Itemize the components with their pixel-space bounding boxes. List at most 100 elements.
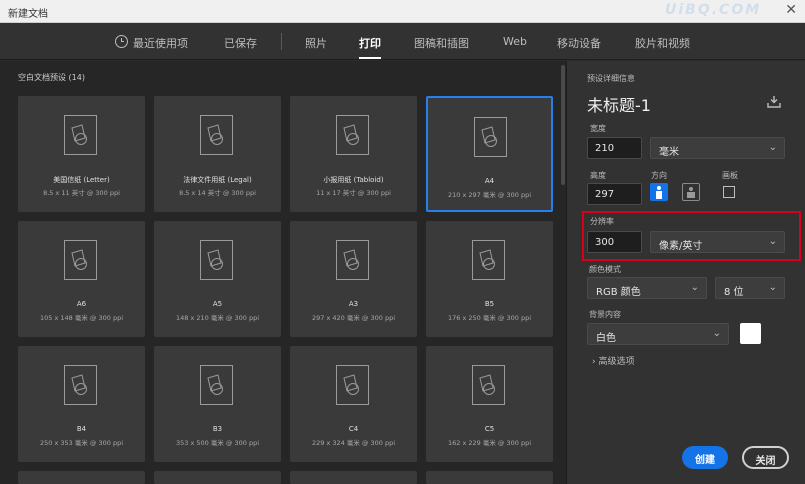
- document-icon: [64, 240, 97, 280]
- preset-spec: 297 x 420 毫米 @ 300 ppi: [311, 314, 396, 322]
- width-unit-value: 毫米: [659, 147, 679, 158]
- preset-card-partial[interactable]: [18, 471, 145, 484]
- resolution-unit-value: 像素/英寸: [659, 241, 703, 252]
- document-icon: [474, 117, 507, 157]
- height-field[interactable]: 297: [587, 183, 642, 205]
- chevron-down-icon: ⌄: [768, 236, 777, 247]
- shape-glyph: [479, 374, 495, 395]
- preset-name: B5: [484, 300, 495, 308]
- document-name[interactable]: 未标题-1: [587, 92, 651, 116]
- preset-card-partial[interactable]: [290, 471, 417, 484]
- width-field[interactable]: 210: [587, 137, 642, 159]
- height-label: 高度: [590, 171, 606, 180]
- tab-mobile[interactable]: 移动设备: [557, 35, 601, 51]
- resolution-unit-select[interactable]: 像素/英寸 ⌄: [650, 231, 785, 253]
- shape-glyph: [343, 249, 359, 270]
- preset-name: A6: [76, 300, 87, 308]
- background-label: 背景内容: [589, 310, 621, 319]
- shape-glyph: [207, 374, 223, 395]
- document-icon: [336, 365, 369, 405]
- document-icon: [200, 115, 233, 155]
- shape-glyph: [71, 124, 87, 145]
- width-label: 宽度: [590, 124, 606, 133]
- preset-card[interactable]: B3 353 x 500 毫米 @ 300 ppi: [154, 346, 281, 462]
- document-icon: [336, 240, 369, 280]
- preset-card[interactable]: 美国信纸 (Letter) 8.5 x 11 英寸 @ 300 ppi: [18, 96, 145, 212]
- color-mode-label: 颜色模式: [589, 265, 621, 274]
- document-icon: [336, 115, 369, 155]
- tab-saved[interactable]: 已保存: [224, 35, 257, 51]
- preset-card[interactable]: A3 297 x 420 毫米 @ 300 ppi: [290, 221, 417, 337]
- shape-glyph: [71, 249, 87, 270]
- artboard-checkbox[interactable]: [723, 186, 735, 198]
- presets-title: 空白文档预设 (14): [18, 73, 85, 82]
- tab-recent[interactable]: 最近使用项: [133, 35, 188, 51]
- preset-name: 法律文件用纸 (Legal): [183, 176, 252, 184]
- background-color-swatch[interactable]: [740, 323, 761, 344]
- bit-depth-value: 8 位: [724, 287, 744, 298]
- scroll-thumb[interactable]: [561, 65, 565, 185]
- preset-name: B4: [76, 425, 87, 433]
- save-preset-icon[interactable]: [767, 96, 781, 108]
- preset-card-partial[interactable]: [426, 471, 553, 484]
- watermark: UiBQ.COM: [665, 2, 762, 18]
- tab-print[interactable]: 打印: [359, 35, 381, 51]
- tab-film-video[interactable]: 胶片和视频: [635, 35, 690, 51]
- preset-spec: 8.5 x 14 英寸 @ 300 ppi: [179, 189, 256, 197]
- portrait-orientation-button[interactable]: [650, 183, 668, 201]
- shape-glyph: [207, 249, 223, 270]
- tab-web[interactable]: Web: [503, 35, 527, 48]
- preset-card[interactable]: C4 229 x 324 毫米 @ 300 ppi: [290, 346, 417, 462]
- landscape-icon: [687, 187, 695, 198]
- background-value: 白色: [596, 333, 616, 344]
- preset-card[interactable]: A4 210 x 297 毫米 @ 300 ppi: [426, 96, 553, 212]
- shape-glyph: [343, 374, 359, 395]
- preset-spec: 11 x 17 英寸 @ 300 ppi: [316, 189, 391, 197]
- active-tab-indicator: [359, 57, 381, 59]
- preset-card[interactable]: 法律文件用纸 (Legal) 8.5 x 14 英寸 @ 300 ppi: [154, 96, 281, 212]
- preset-card[interactable]: A5 148 x 210 毫米 @ 300 ppi: [154, 221, 281, 337]
- landscape-orientation-button[interactable]: [682, 183, 700, 201]
- background-select[interactable]: 白色 ⌄: [587, 323, 729, 345]
- shape-glyph: [479, 249, 495, 270]
- chevron-down-icon: ⌄: [712, 328, 721, 339]
- clock-icon: [115, 35, 128, 48]
- advanced-options-toggle[interactable]: › 高级选项: [592, 354, 635, 367]
- preset-card[interactable]: A6 105 x 148 毫米 @ 300 ppi: [18, 221, 145, 337]
- create-button[interactable]: 创建: [682, 446, 728, 469]
- preset-spec: 8.5 x 11 英寸 @ 300 ppi: [43, 189, 120, 197]
- preset-name: 小报用纸 (Tabloid): [323, 176, 384, 184]
- preset-name: A4: [484, 177, 495, 185]
- document-icon: [200, 365, 233, 405]
- preset-name: C5: [484, 425, 495, 433]
- close-button[interactable]: 关闭: [742, 446, 789, 469]
- chevron-down-icon: ⌄: [768, 142, 777, 153]
- tab-art-illustration[interactable]: 图稿和插图: [414, 35, 469, 51]
- document-icon: [64, 115, 97, 155]
- document-icon: [472, 240, 505, 280]
- window-title: 新建文档: [8, 9, 48, 20]
- color-mode-value: RGB 颜色: [596, 287, 641, 298]
- bit-depth-select[interactable]: 8 位 ⌄: [715, 277, 785, 299]
- preset-card[interactable]: 小报用纸 (Tabloid) 11 x 17 英寸 @ 300 ppi: [290, 96, 417, 212]
- orientation-label: 方向: [651, 171, 667, 180]
- color-mode-select[interactable]: RGB 颜色 ⌄: [587, 277, 707, 299]
- preset-name: A5: [212, 300, 223, 308]
- window-close-icon[interactable]: ✕: [785, 2, 797, 18]
- preset-name: 美国信纸 (Letter): [53, 176, 110, 184]
- chevron-right-icon: ›: [592, 357, 596, 367]
- shape-glyph: [481, 126, 497, 147]
- preset-spec: 210 x 297 毫米 @ 300 ppi: [447, 191, 532, 199]
- preset-card[interactable]: B4 250 x 353 毫米 @ 300 ppi: [18, 346, 145, 462]
- advanced-options-label: 高级选项: [598, 357, 635, 367]
- preset-name: C4: [348, 425, 359, 433]
- preset-card-partial[interactable]: [154, 471, 281, 484]
- chevron-down-icon: ⌄: [690, 282, 699, 293]
- tab-photo[interactable]: 照片: [305, 35, 327, 51]
- preset-card[interactable]: C5 162 x 229 毫米 @ 300 ppi: [426, 346, 553, 462]
- width-unit-select[interactable]: 毫米 ⌄: [650, 137, 785, 159]
- resolution-field[interactable]: 300: [587, 231, 642, 253]
- artboard-label: 画板: [722, 171, 738, 180]
- preset-card[interactable]: B5 176 x 250 毫米 @ 300 ppi: [426, 221, 553, 337]
- preset-name: B3: [212, 425, 223, 433]
